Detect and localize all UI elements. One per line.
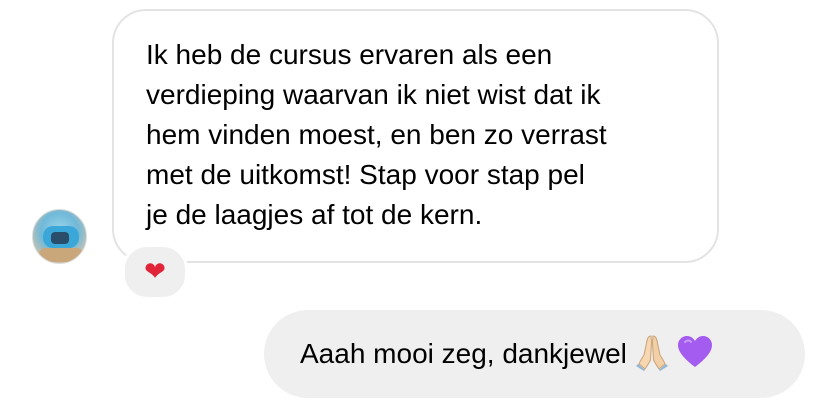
avatar-image-part [39, 248, 83, 262]
outgoing-message-bubble[interactable]: Aaah mooi zeg, dankjewel [264, 310, 805, 398]
incoming-message-text: Ik heb de cursus ervaren als een verdiep… [146, 39, 607, 230]
sender-avatar[interactable] [32, 209, 87, 264]
incoming-message-bubble[interactable]: Ik heb de cursus ervaren als een verdiep… [112, 9, 719, 263]
outgoing-message-text: Aaah mooi zeg, dankjewel [300, 338, 627, 369]
folded-hands-icon [635, 333, 669, 376]
avatar-image-part [51, 232, 69, 244]
message-reaction[interactable]: ❤ [122, 244, 188, 300]
dm-thread: Ik heb de cursus ervaren als een verdiep… [0, 0, 828, 406]
purple-heart-icon [677, 335, 713, 374]
heart-reaction-icon: ❤ [144, 257, 166, 287]
